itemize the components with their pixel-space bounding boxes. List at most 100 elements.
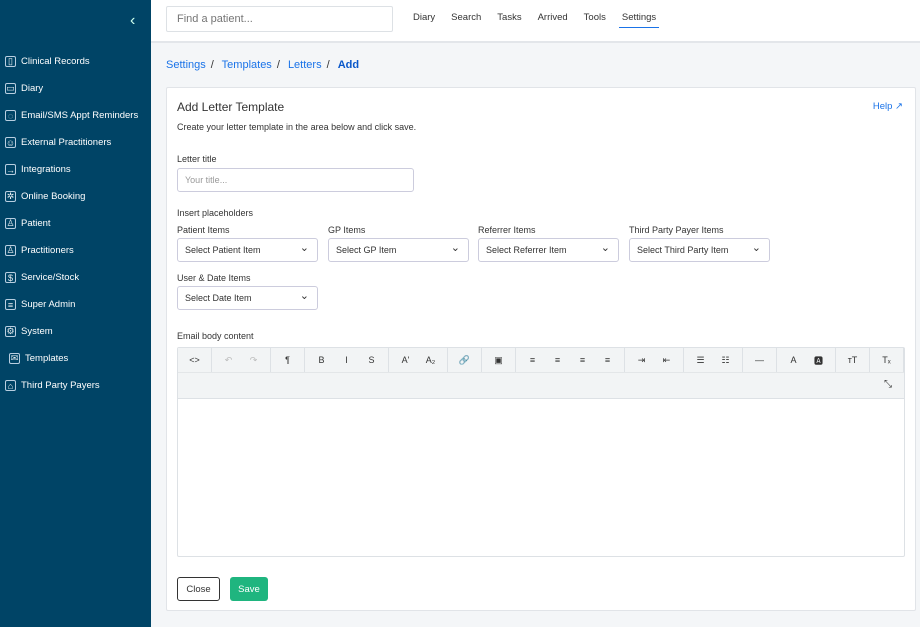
toolbar-button-icon[interactable]: — [747,355,772,365]
sidebar-item-label: Clinical Records [21,56,90,67]
sidebar-item-label: Service/Stock [21,272,80,283]
toolbar-button-icon[interactable]: S [359,355,384,365]
toolbar-button-icon[interactable]: ¶ [275,355,300,365]
toolbar-button-icon[interactable]: A [781,355,806,365]
toolbar-button-icon[interactable]: ≡ [570,355,595,365]
toolbar-group: ¶ [271,348,305,372]
sidebar: ‹ ▯ Clinical Records ▭ Diary ◌ Email/SMS Appt… [0,0,151,627]
editor-toolbar-row2: ⤡ [178,373,904,399]
practitioners-icon: ♙ [5,245,16,256]
referrer-item-select[interactable]: Select Referrer Item [478,238,619,262]
sidebar-item-label: Email/SMS Appt Reminders [21,110,139,121]
save-button[interactable]: Save [230,577,268,601]
nav-diary[interactable]: Diary [410,12,438,28]
toolbar-button-icon[interactable]: ↷ [241,355,266,366]
patient-item-select[interactable]: Select Patient Item [177,238,318,262]
toolbar-button-icon[interactable]: 🅰 [806,354,831,367]
sidebar-item-label: Practitioners [21,245,74,256]
sidebar-item-diary[interactable]: ▭ Diary [0,75,151,102]
toolbar-group: ☰ ☷ [684,348,743,372]
date-items-label: User & Date Items [177,273,251,283]
sidebar-item-email-sms-appt-reminders[interactable]: ◌ Email/SMS Appt Reminders [0,102,151,129]
sidebar-item-label: Patient [21,218,51,229]
sidebar-item-third-party-payers[interactable]: ⌂ Third Party Payers [0,372,151,399]
third-party-items-label: Third Party Payer Items [629,225,724,235]
sidebar-item-super-admin[interactable]: ≡ Super Admin [0,291,151,318]
breadcrumb-settings[interactable]: Settings [166,59,206,71]
date-item-select[interactable]: Select Date Item [177,286,318,310]
sidebar-item-label: Integrations [21,164,71,175]
nav-settings[interactable]: Settings [618,12,660,28]
page-title: Add Letter Template [177,100,285,114]
toolbar-button-icon[interactable]: A₂ [418,355,443,365]
gp-item-select[interactable]: Select GP Item [328,238,469,262]
gp-items-label: GP Items [328,225,366,235]
email-sms-appt-reminders-icon: ◌ [5,110,16,121]
toolbar-button-icon[interactable]: Tₓ [874,355,899,365]
toolbar-button-icon[interactable]: A' [393,355,418,365]
system-icon: ⚙ [5,326,16,337]
external-practitioners-icon: ☺ [5,137,16,148]
toolbar-group: <> [178,348,212,372]
nav-arrived[interactable]: Arrived [535,12,571,28]
sidebar-item-online-booking[interactable]: ✲ Online Booking [0,183,151,210]
sidebar-item-service-stock[interactable]: $ Service/Stock [0,264,151,291]
sidebar-item-integrations[interactable]: → Integrations [0,156,151,183]
letter-title-label: Letter title [177,154,217,164]
letter-title-input[interactable]: Your title... [177,168,414,192]
clinical-records-icon: ▯ [5,56,16,67]
body-content-label: Email body content [177,331,254,341]
close-button[interactable]: Close [177,577,220,601]
collapse-sidebar-icon[interactable]: ‹ [130,12,135,30]
toolbar-group: BIS [305,348,389,372]
toolbar-button-icon[interactable]: ⇥ [629,355,654,366]
toolbar-button-icon[interactable]: ᴛT [840,355,865,365]
add-letter-card: Add Letter Template Help ↗ Create your l… [166,87,916,611]
sidebar-item-practitioners[interactable]: ♙ Practitioners [0,237,151,264]
toolbar-group: Tₓ [870,348,904,372]
sidebar-item-label: Third Party Payers [21,380,100,391]
breadcrumb: Settings / Templates / Letters / Add [166,59,360,71]
toolbar-button-icon[interactable]: ≡ [595,355,620,365]
toolbar-button-icon[interactable]: <> [182,355,207,365]
toolbar-button-icon[interactable]: 🔗 [452,355,477,366]
sidebar-item-clinical-records[interactable]: ▯ Clinical Records [0,48,151,75]
toolbar-button-icon[interactable]: ▣ [486,355,511,366]
service-stock-icon: $ [5,272,16,283]
editor-body[interactable] [178,399,904,556]
sidebar-item-patient[interactable]: ♙ Patient [0,210,151,237]
patient-search-input[interactable] [166,6,393,32]
toolbar-button-icon[interactable]: ☰ [688,355,713,366]
sidebar-item-label: Templates [25,353,69,364]
online-booking-icon: ✲ [5,191,16,202]
third-party-item-select[interactable]: Select Third Party Item [629,238,770,262]
nav-tasks[interactable]: Tasks [494,12,524,28]
toolbar-button-icon[interactable]: ≡ [520,355,545,365]
help-link[interactable]: Help ↗ [873,101,903,112]
editor-toolbar: <> ↶ ↷ ¶ B I S A' A₂ 🔗 ▣ ≡ ≡ ≡ ≡ ⇥ ⇤ ☰ ☷ — A 🅰ᴛT Tₓ [178,348,904,373]
sidebar-item-templates[interactable]: ✉ Templates [0,345,151,372]
breadcrumb-add: Add [337,59,360,71]
nav-tools[interactable]: Tools [581,12,609,28]
sidebar-item-label: External Practitioners [21,137,112,148]
toolbar-button-icon[interactable]: B [309,355,334,365]
toolbar-button-icon[interactable]: ☷ [713,355,738,366]
nav-search[interactable]: Search [448,12,484,28]
sidebar-item-label: Diary [21,83,44,94]
breadcrumb-letters[interactable]: Letters [288,59,322,71]
referrer-items-label: Referrer Items [478,225,536,235]
toolbar-button-icon[interactable]: ⇤ [654,355,679,366]
fullscreen-icon[interactable]: ⤡ [884,379,892,390]
sidebar-item-external-practitioners[interactable]: ☺ External Practitioners [0,129,151,156]
toolbar-button-icon[interactable]: I [334,355,359,365]
rich-text-editor: <> ↶ ↷ ¶ B I S A' A₂ 🔗 ▣ ≡ ≡ ≡ ≡ ⇥ ⇤ ☰ ☷ — A 🅰ᴛT Tₓ ⤡ [177,347,905,557]
toolbar-button-icon[interactable]: ≡ [545,355,570,365]
toolbar-group: ↶ ↷ [212,348,271,372]
breadcrumb-templates[interactable]: Templates [222,59,272,71]
sidebar-item-system[interactable]: ⚙ System [0,318,151,345]
sidebar-item-label: Super Admin [21,299,76,310]
integrations-icon: → [5,164,16,175]
diary-icon: ▭ [5,83,16,94]
toolbar-button-icon[interactable]: ↶ [216,355,241,366]
toolbar-group: ≡ ≡ ≡ ≡ [516,348,625,372]
